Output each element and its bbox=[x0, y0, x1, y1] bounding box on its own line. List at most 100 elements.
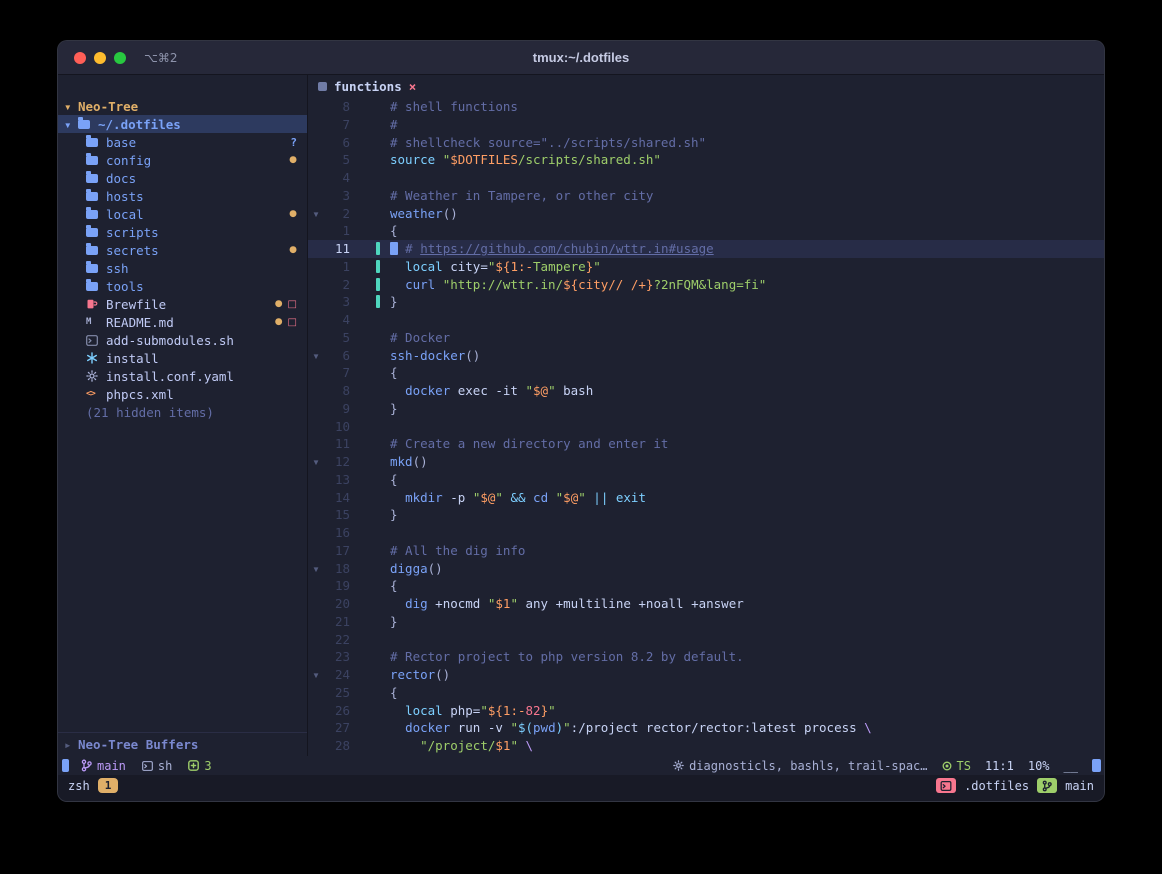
code-line[interactable]: 3# Weather in Tampere, or other city bbox=[308, 187, 1104, 205]
code-line[interactable]: 10 bbox=[308, 418, 1104, 436]
tmux-branch-name: main bbox=[1065, 779, 1094, 793]
tabline: functions × bbox=[308, 75, 1104, 98]
code-line[interactable]: 7{ bbox=[308, 364, 1104, 382]
code-line[interactable]: 6# shellcheck source="../scripts/shared.… bbox=[308, 134, 1104, 152]
git-sign bbox=[350, 240, 390, 258]
tree-item-label: install bbox=[106, 351, 159, 366]
code-line[interactable]: ▾2weather() bbox=[308, 205, 1104, 223]
code-line[interactable]: ▾6ssh-docker() bbox=[308, 347, 1104, 365]
neotree-source-header[interactable]: ▾ Neo-Tree bbox=[58, 97, 307, 115]
git-sign bbox=[350, 471, 390, 489]
fold-marker-icon bbox=[308, 187, 324, 205]
code-text: mkdir -p "$@" && cd "$@" || exit bbox=[390, 489, 646, 507]
code-text: } bbox=[390, 506, 398, 524]
tree-item-Brewfile[interactable]: Brewfile●□ bbox=[58, 295, 307, 313]
tree-item-add-submodules.sh[interactable]: add-submodules.sh bbox=[58, 331, 307, 349]
code-line[interactable]: 4 bbox=[308, 311, 1104, 329]
tab-close-icon[interactable]: × bbox=[409, 79, 417, 94]
folder-icon bbox=[86, 156, 104, 165]
tree-item-scripts[interactable]: scripts bbox=[58, 223, 307, 241]
lsp-clients: diagnosticls, bashls, trail-spac… bbox=[673, 759, 927, 773]
code-line[interactable]: 15} bbox=[308, 506, 1104, 524]
fold-marker-icon bbox=[308, 169, 324, 187]
code-line[interactable]: 27 docker run -v "$(pwd)":/project recto… bbox=[308, 719, 1104, 737]
code-text: curl "http://wttr.in/${city// /+}?2nFQM&… bbox=[390, 276, 766, 294]
tree-item-label: base bbox=[106, 135, 136, 150]
line-number: 3 bbox=[324, 293, 350, 311]
tree-item-tools[interactable]: tools bbox=[58, 277, 307, 295]
code-line[interactable]: 19{ bbox=[308, 577, 1104, 595]
tree-item-label: install.conf.yaml bbox=[106, 369, 234, 384]
code-line[interactable]: 26 local php="${1:-82}" bbox=[308, 702, 1104, 720]
code-line[interactable]: 22 bbox=[308, 631, 1104, 649]
tree-item-hosts[interactable]: hosts bbox=[58, 187, 307, 205]
code-line[interactable]: 28 "/project/$1" \ bbox=[308, 737, 1104, 755]
tree-item-config[interactable]: config● bbox=[58, 151, 307, 169]
code-line[interactable]: 20 dig +nocmd "$1" any +multiline +noall… bbox=[308, 595, 1104, 613]
line-number: 19 bbox=[324, 577, 350, 595]
tree-item-phpcs.xml[interactable]: <>phpcs.xml bbox=[58, 385, 307, 403]
chevron-down-icon: ▾ bbox=[64, 117, 78, 132]
code-line[interactable]: ▾24rector() bbox=[308, 666, 1104, 684]
line-number: 8 bbox=[324, 98, 350, 116]
code-line[interactable]: 3} bbox=[308, 293, 1104, 311]
code-area[interactable]: 8# shell functions 7# 6# shellcheck sour… bbox=[308, 98, 1104, 756]
code-line[interactable]: 9} bbox=[308, 400, 1104, 418]
code-line[interactable]: 17# All the dig info bbox=[308, 542, 1104, 560]
code-text: # Weather in Tampere, or other city bbox=[390, 187, 653, 205]
tree-root-item[interactable]: ▾ ~/.dotfiles bbox=[58, 115, 307, 133]
tree-item-base[interactable]: base? bbox=[58, 133, 307, 151]
scrollbar-thumb[interactable] bbox=[1092, 759, 1101, 772]
zoom-window-button[interactable] bbox=[114, 52, 126, 64]
code-line[interactable]: 1 local city="${1:-Tampere}" bbox=[308, 258, 1104, 276]
close-window-button[interactable] bbox=[74, 52, 86, 64]
tree-item-install.conf.yaml[interactable]: install.conf.yaml bbox=[58, 367, 307, 385]
code-line[interactable]: 16 bbox=[308, 524, 1104, 542]
minimize-window-button[interactable] bbox=[94, 52, 106, 64]
fold-marker-icon bbox=[308, 116, 324, 134]
folder-icon bbox=[86, 138, 104, 147]
diff-added-count: 3 bbox=[204, 759, 211, 773]
git-sign bbox=[350, 595, 390, 613]
code-line[interactable]: 7# bbox=[308, 116, 1104, 134]
git-status-badges: ● bbox=[289, 155, 297, 165]
tree-item-README.md[interactable]: MREADME.md●□ bbox=[58, 313, 307, 331]
tree-item-docs[interactable]: docs bbox=[58, 169, 307, 187]
tmux-window-name: zsh bbox=[68, 779, 90, 793]
tree-item-secrets[interactable]: secrets● bbox=[58, 241, 307, 259]
neotree-buffers-section[interactable]: ▸ Neo-Tree Buffers bbox=[58, 732, 307, 756]
tree-item-local[interactable]: local● bbox=[58, 205, 307, 223]
code-line[interactable]: 25{ bbox=[308, 684, 1104, 702]
code-line[interactable]: 2 curl "http://wttr.in/${city// /+}?2nFQ… bbox=[308, 276, 1104, 294]
code-line[interactable]: 8# shell functions bbox=[308, 98, 1104, 116]
line-number: 4 bbox=[324, 311, 350, 329]
code-line[interactable]: 14 mkdir -p "$@" && cd "$@" || exit bbox=[308, 489, 1104, 507]
code-line[interactable]: ▾12mkd() bbox=[308, 453, 1104, 471]
code-line[interactable]: 11 # https://github.com/chubin/wttr.in#u… bbox=[308, 240, 1104, 258]
line-number: 2 bbox=[324, 205, 350, 223]
folder-icon bbox=[86, 174, 104, 183]
titlebar[interactable]: ⌥⌘2 tmux:~/.dotfiles bbox=[58, 41, 1104, 75]
mode-indicator bbox=[62, 759, 69, 772]
tmux-window-item[interactable]: zsh 1 bbox=[68, 778, 118, 793]
code-line[interactable]: 4 bbox=[308, 169, 1104, 187]
tree-item-ssh[interactable]: ssh bbox=[58, 259, 307, 277]
code-line[interactable]: 21} bbox=[308, 613, 1104, 631]
code-line[interactable]: 23# Rector project to php version 8.2 by… bbox=[308, 648, 1104, 666]
hidden-items-note: (21 hidden items) bbox=[58, 403, 307, 421]
fold-marker-icon: ▾ bbox=[308, 666, 324, 684]
tab-functions[interactable]: functions × bbox=[318, 79, 416, 94]
code-line[interactable]: 5# Docker bbox=[308, 329, 1104, 347]
code-line[interactable]: 13{ bbox=[308, 471, 1104, 489]
code-line[interactable]: 1{ bbox=[308, 222, 1104, 240]
git-sign bbox=[350, 116, 390, 134]
fold-marker-icon bbox=[308, 489, 324, 507]
line-number: 7 bbox=[324, 364, 350, 382]
git-status-badges: ●□ bbox=[275, 317, 297, 328]
tree-item-install[interactable]: install bbox=[58, 349, 307, 367]
code-line[interactable]: ▾18digga() bbox=[308, 560, 1104, 578]
code-line[interactable]: 11# Create a new directory and enter it bbox=[308, 435, 1104, 453]
code-line[interactable]: 8 docker exec -it "$@" bash bbox=[308, 382, 1104, 400]
statusline-right: diagnosticls, bashls, trail-spac… TS 11:… bbox=[673, 759, 1102, 773]
code-line[interactable]: 5source "$DOTFILES/scripts/shared.sh" bbox=[308, 151, 1104, 169]
